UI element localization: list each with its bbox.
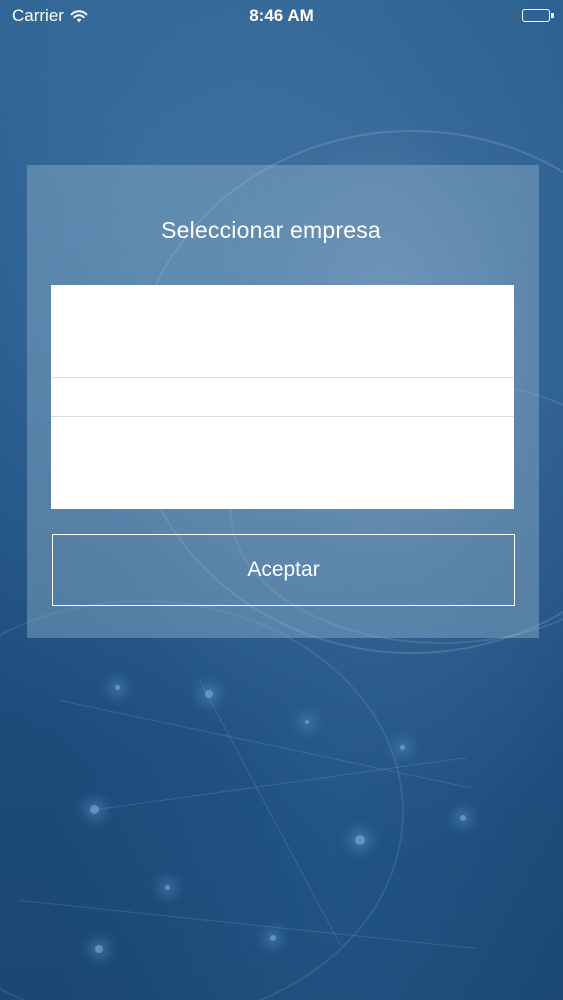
status-right <box>522 8 554 28</box>
picker-selection-bottom-line <box>51 416 514 417</box>
company-picker[interactable] <box>51 285 514 509</box>
accept-button[interactable]: Aceptar <box>52 534 515 606</box>
picker-selection-top-line <box>51 377 514 378</box>
status-bar: Carrier 8:46 AM <box>0 0 563 32</box>
dialog-title: Seleccionar empresa <box>161 217 381 243</box>
company-select-dialog: Seleccionar empresa Aceptar <box>27 165 539 638</box>
battery-icon <box>522 9 554 23</box>
status-time: 8:46 AM <box>249 6 314 25</box>
